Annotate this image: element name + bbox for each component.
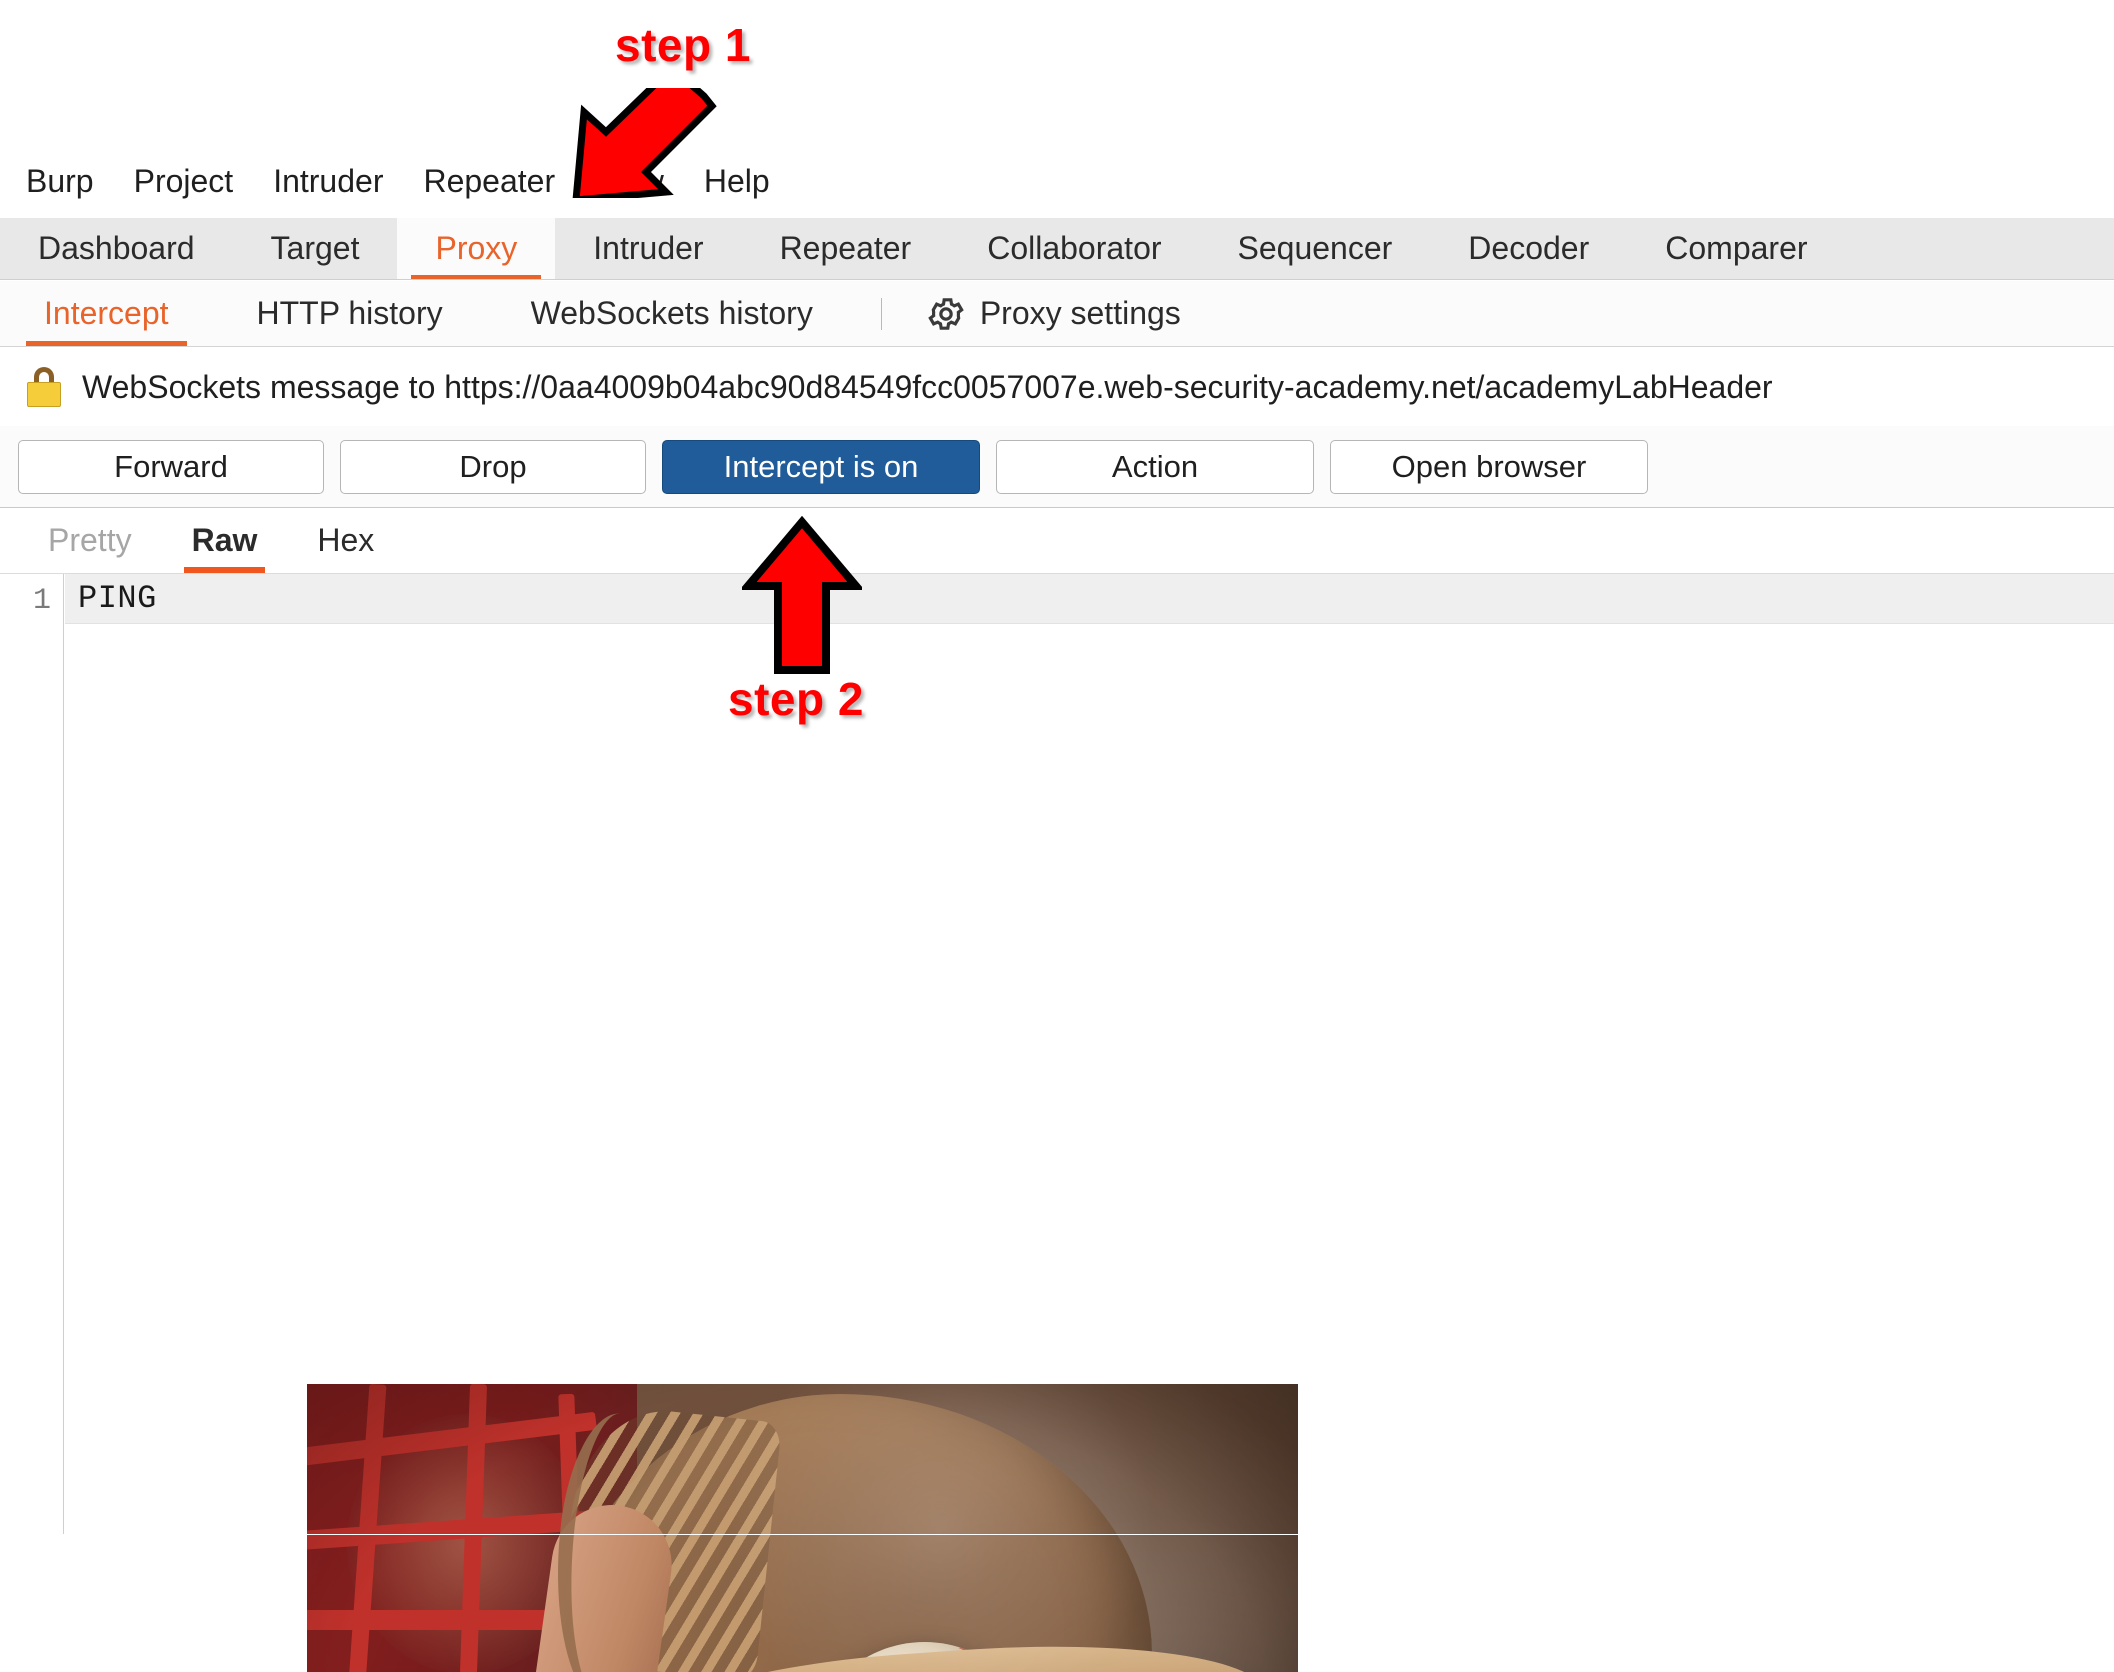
intercept-toggle-button[interactable]: Intercept is on (662, 439, 980, 494)
menu-item-repeater[interactable]: Repeater (423, 163, 555, 200)
menu-item-burp[interactable]: Burp (26, 163, 94, 200)
drop-button[interactable]: Drop (340, 439, 646, 494)
tab-intruder[interactable]: Intruder (555, 218, 741, 279)
proxy-settings-button[interactable]: Proxy settings (906, 281, 1201, 346)
main-tab-bar: Dashboard Target Proxy Intruder Repeater… (0, 218, 2114, 280)
tab-comparer[interactable]: Comparer (1627, 218, 1845, 279)
tab-target[interactable]: Target (233, 218, 398, 279)
tab-proxy[interactable]: Proxy (397, 218, 556, 279)
menu-item-intruder[interactable]: Intruder (273, 163, 383, 200)
burp-suite-window: Burp Project Intruder Repeater View Help… (0, 0, 2114, 1672)
action-button[interactable]: Action (996, 439, 1314, 494)
forward-button[interactable]: Forward (18, 439, 324, 494)
subtab-websockets-history[interactable]: WebSockets history (487, 281, 857, 346)
line-number-gutter: 1 (0, 574, 64, 1534)
editor-line-1[interactable]: PING (65, 574, 2114, 624)
intercepted-message-bar: WebSockets message to https://0aa4009b04… (0, 348, 2114, 426)
subtab-divider (880, 297, 882, 330)
tab-sequencer[interactable]: Sequencer (1200, 218, 1431, 279)
line-number: 1 (32, 584, 51, 618)
tab-dashboard[interactable]: Dashboard (0, 218, 233, 279)
gear-icon (926, 294, 966, 334)
tab-hex[interactable]: Hex (287, 508, 404, 573)
intercepted-message-text: WebSockets message to https://0aa4009b04… (82, 368, 1773, 405)
intercept-toolbar: Forward Drop Intercept is on Action Open… (0, 426, 2114, 508)
editor-line-1-text: PING (78, 580, 157, 617)
subtab-http-history[interactable]: HTTP history (213, 281, 487, 346)
open-browser-button[interactable]: Open browser (1330, 439, 1648, 494)
annotation-arrow-up-icon (739, 515, 865, 676)
baseball-glove-image (307, 1384, 1298, 1672)
tab-pretty[interactable]: Pretty (18, 508, 162, 573)
annotation-label-step-2: step 2 (728, 673, 864, 725)
annotation-arrow-down-left-icon (560, 63, 720, 204)
message-editor[interactable]: 1 PING (0, 574, 2114, 1672)
bottom-divider (0, 1534, 2114, 1535)
annotation-label-step-1: step 1 (615, 19, 751, 71)
tab-raw[interactable]: Raw (162, 508, 288, 573)
tab-collaborator[interactable]: Collaborator (949, 218, 1199, 279)
tab-repeater[interactable]: Repeater (742, 218, 950, 279)
subtab-intercept[interactable]: Intercept (0, 281, 213, 346)
message-format-tab-bar: Pretty Raw Hex (0, 508, 2114, 574)
menu-bar: Burp Project Intruder Repeater View Help (0, 152, 2114, 210)
tab-decoder[interactable]: Decoder (1430, 218, 1627, 279)
proxy-settings-label: Proxy settings (979, 295, 1181, 331)
menu-item-project[interactable]: Project (134, 163, 234, 200)
proxy-sub-tab-bar: Intercept HTTP history WebSockets histor… (0, 281, 2114, 347)
lock-icon (26, 367, 62, 407)
